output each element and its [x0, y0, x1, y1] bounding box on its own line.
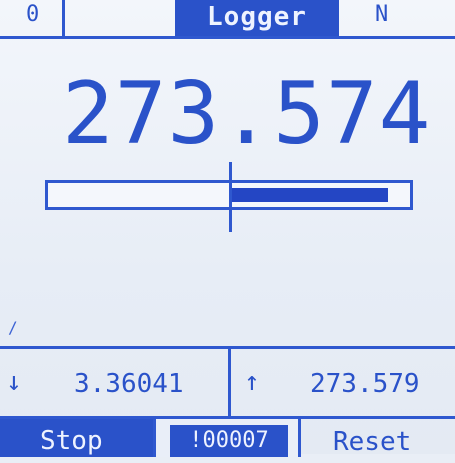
min-value: 3.36041 [74, 369, 184, 399]
max-arrow-icon: ↑ [244, 367, 260, 397]
stats-divider [228, 349, 231, 419]
min-arrow-icon: ↓ [6, 367, 22, 397]
channel-indicator: 0 [0, 0, 65, 36]
main-reading: 273.574 [62, 64, 432, 164]
bar-zero-marker [229, 162, 232, 232]
logger-screen: 0 Logger N 273.574 / ↓ 3.36041 ↑ 273.579… [0, 0, 455, 457]
sample-counter-value: !00007 [170, 425, 288, 457]
corner-mark: / [8, 318, 18, 337]
mode-indicator: N [375, 2, 389, 27]
reset-button[interactable]: Reset [301, 419, 455, 457]
reset-label: Reset [333, 427, 412, 457]
min-max-panel: ↓ 3.36041 ↑ 273.579 [0, 346, 455, 419]
softkey-bar: Stop !00007 Reset [0, 416, 455, 457]
stop-button[interactable]: Stop [0, 419, 153, 457]
sample-counter: !00007 [153, 419, 301, 457]
level-bar-fill [232, 188, 388, 202]
channel-number: 0 [26, 2, 40, 27]
status-bar: 0 Logger N [0, 0, 455, 39]
max-value: 273.579 [310, 369, 420, 399]
stop-label: Stop [40, 426, 103, 456]
mode-title: Logger [175, 0, 339, 36]
